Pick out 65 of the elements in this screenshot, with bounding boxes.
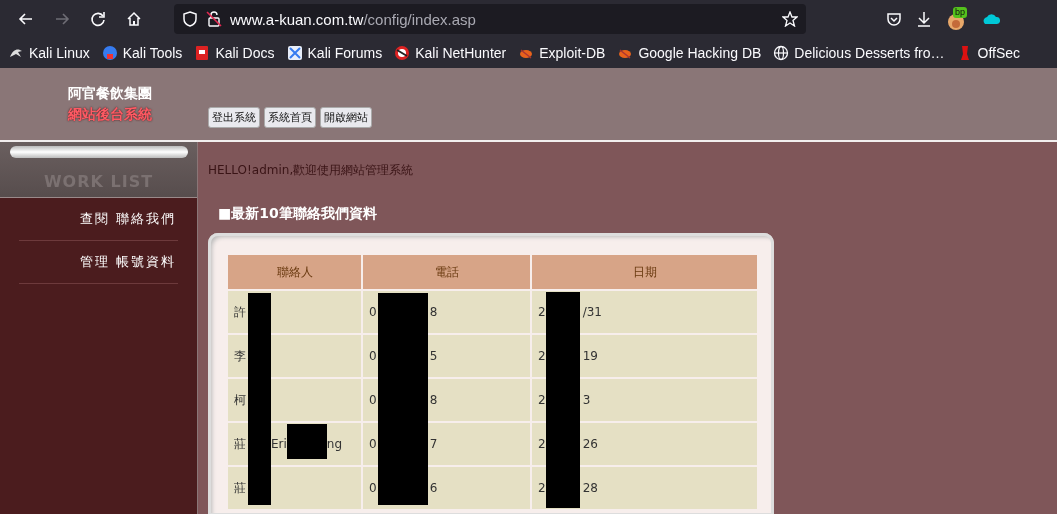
table-cell-text: 0	[369, 481, 377, 495]
table-cell-text: 7	[429, 437, 438, 451]
table-cell-text: 8	[429, 393, 438, 407]
globe-icon	[773, 45, 790, 61]
header-button[interactable]: 系統首頁	[264, 106, 316, 128]
greeting-text: HELLO!admin,歡迎使用網站管理系統	[208, 162, 415, 179]
table-cell-text: 28	[582, 481, 598, 495]
download-icon[interactable]	[916, 11, 932, 27]
column-header: 聯絡人	[228, 255, 361, 289]
reload-icon	[90, 11, 106, 27]
home-icon	[126, 11, 142, 27]
shield-icon	[182, 11, 198, 27]
forum-icon	[286, 45, 303, 61]
table-cell-text: 2	[538, 437, 546, 451]
table-cell-text: 3	[582, 393, 591, 407]
table-cell-text: Eri	[271, 437, 287, 451]
url-text: www.a-kuan.com.tw/config/index.asp	[230, 10, 477, 28]
section-title: ■最新10筆聯絡我們資料	[218, 205, 378, 223]
system-title: 網站後台系統	[68, 105, 152, 124]
table-cell-text: 26	[582, 437, 598, 451]
table-cell-text: 2	[538, 305, 546, 319]
table-cell-text: 許	[234, 303, 246, 321]
bookmark[interactable]: Kali Linux	[8, 45, 90, 61]
bookmark[interactable]: Kali Tools	[101, 45, 183, 61]
redaction-bar	[287, 424, 327, 459]
table-cell-text: 6	[429, 481, 438, 495]
table-cell-text: 0	[369, 305, 377, 319]
pocket-icon[interactable]	[886, 11, 902, 27]
company-name: 阿官餐飲集團	[68, 84, 152, 103]
menu-link[interactable]: 查閱 聯絡我們	[79, 210, 176, 228]
header-button[interactable]: 登出系統	[208, 106, 260, 128]
table-cell-text: 莊	[234, 435, 246, 453]
header-button[interactable]: 開啟網站	[320, 106, 372, 128]
column-header: 日期	[532, 255, 757, 289]
bookmark[interactable]: Google Hacking DB	[617, 45, 762, 61]
table-cell-text: 0	[369, 437, 377, 451]
table-cell-text: 2	[538, 481, 546, 495]
table-cell-text: 19	[582, 349, 598, 363]
bookmark[interactable]: OffSec	[956, 45, 1021, 61]
document-icon	[194, 45, 211, 61]
table-cell-text: 2	[538, 349, 546, 363]
table-cell-text: 8	[429, 305, 438, 319]
star-icon[interactable]	[782, 11, 798, 27]
table-cell-text: 0	[369, 349, 377, 363]
table-cell-text: 莊	[234, 479, 246, 497]
table-cell-text: 0	[369, 393, 377, 407]
bookmark[interactable]: Kali Forums	[286, 45, 383, 61]
bookmark[interactable]: Exploit-DB	[518, 45, 606, 61]
column-header: 電話	[363, 255, 530, 289]
bookmark[interactable]: Kali NetHunter	[394, 45, 507, 61]
back-arrow-icon	[18, 11, 34, 27]
table-cell-text: 5	[429, 349, 438, 363]
menu-link[interactable]: 管理 帳號資料	[79, 253, 176, 271]
table-cell-text: ng	[326, 437, 343, 451]
cloud-icon[interactable]	[982, 11, 1000, 27]
extension-button[interactable]: bp	[946, 7, 968, 31]
forward-arrow-icon	[54, 11, 70, 27]
table-cell-text: 2	[538, 393, 546, 407]
table-cell-text: 柯	[234, 391, 246, 409]
table-cell-text: 李	[234, 347, 246, 365]
bookmark[interactable]: Delicious Desserts fro…	[773, 45, 945, 61]
address-bar[interactable]: www.a-kuan.com.tw/config/index.asp	[174, 4, 806, 34]
table-cell-text: /31	[582, 305, 602, 319]
broken-lock-icon	[206, 11, 222, 27]
bookmark[interactable]: Kali Docs	[194, 45, 275, 61]
